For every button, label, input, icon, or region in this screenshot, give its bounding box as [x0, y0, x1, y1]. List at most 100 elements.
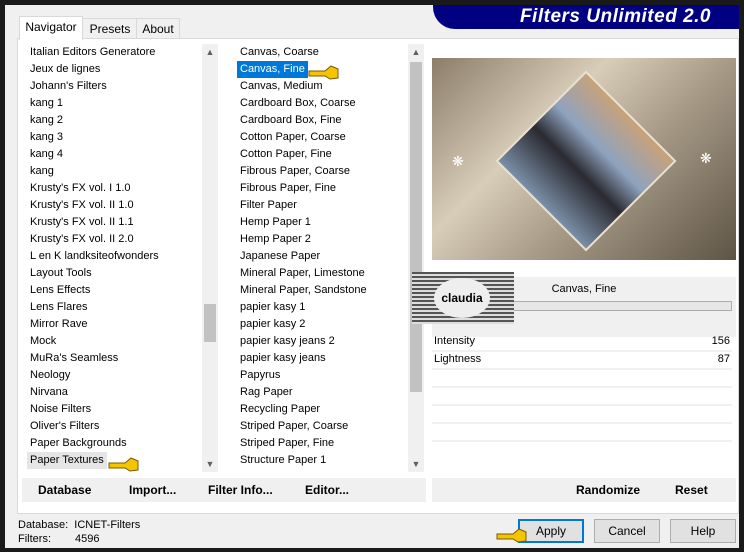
list-item-label: Hemp Paper 2: [240, 233, 311, 245]
help-button[interactable]: Help: [670, 519, 736, 543]
list-item[interactable]: Canvas, Coarse: [232, 44, 408, 61]
param-intensity[interactable]: Intensity 156: [432, 333, 732, 352]
import-button[interactable]: Import...: [129, 478, 176, 502]
filter-scrollbar[interactable]: ▲ ▼: [408, 44, 424, 472]
database-label: Database: [38, 483, 92, 497]
scroll-up-icon[interactable]: ▲: [202, 44, 218, 60]
list-item-label: Fibrous Paper, Fine: [240, 182, 336, 194]
list-item[interactable]: MuRa's Seamless: [22, 350, 202, 367]
list-item[interactable]: Italian Editors Generatore: [22, 44, 202, 61]
list-item[interactable]: Mock: [22, 333, 202, 350]
preview-image: [495, 70, 677, 252]
list-item-label: papier kasy jeans 2: [240, 335, 335, 347]
status-database: Database: ICNET-Filters: [18, 519, 140, 531]
list-item[interactable]: Mineral Paper, Sandstone: [232, 282, 408, 299]
list-item[interactable]: kang 2: [22, 112, 202, 129]
list-item[interactable]: Cardboard Box, Fine: [232, 112, 408, 129]
list-item[interactable]: Layout Tools: [22, 265, 202, 282]
reset-button[interactable]: Reset: [675, 478, 708, 502]
list-item[interactable]: papier kasy 2: [232, 316, 408, 333]
list-item[interactable]: Krusty's FX vol. II 1.1: [22, 214, 202, 231]
list-item[interactable]: Striped Paper, Coarse: [232, 418, 408, 435]
list-item[interactable]: Fibrous Paper, Coarse: [232, 163, 408, 180]
list-item[interactable]: kang: [22, 163, 202, 180]
list-item-label: kang 1: [30, 97, 64, 109]
list-item[interactable]: Krusty's FX vol. II 2.0: [22, 231, 202, 248]
list-item[interactable]: Cotton Paper, Coarse: [232, 129, 408, 146]
pointing-hand-icon: [308, 65, 339, 80]
list-item[interactable]: kang 4: [22, 146, 202, 163]
filter-list[interactable]: Canvas, Coarse Canvas, Fine Canvas, Medium…: [232, 44, 408, 472]
database-button[interactable]: Database: [38, 478, 91, 502]
param-lightness[interactable]: Lightness 87: [432, 351, 732, 370]
list-item[interactable]: Neology: [22, 367, 202, 384]
category-scrollbar[interactable]: ▲ ▼: [202, 44, 218, 472]
list-item[interactable]: papier kasy jeans: [232, 350, 408, 367]
list-item[interactable]: Mineral Paper, Limestone: [232, 265, 408, 282]
list-item-label: Mirror Rave: [30, 318, 88, 330]
scroll-up-icon[interactable]: ▲: [408, 44, 424, 60]
scrollbar-thumb[interactable]: [410, 62, 422, 392]
status-value: 4596: [75, 533, 100, 545]
list-item[interactable]: papier kasy 1: [232, 299, 408, 316]
list-item[interactable]: kang 1: [22, 95, 202, 112]
list-item[interactable]: Hemp Paper 2: [232, 231, 408, 248]
param-value[interactable]: 87: [718, 351, 730, 368]
list-item[interactable]: kang 3: [22, 129, 202, 146]
tab-navigator[interactable]: Navigator: [19, 16, 83, 40]
list-item-label: Layout Tools: [30, 267, 92, 279]
list-item[interactable]: Canvas, Medium: [232, 78, 408, 95]
list-item-label: Mineral Paper, Limestone: [240, 267, 365, 279]
param-empty: [432, 387, 732, 406]
list-item-label: Johann's Filters: [30, 80, 107, 92]
randomize-button[interactable]: Randomize: [576, 478, 640, 502]
list-item[interactable]: papier kasy jeans 2: [232, 333, 408, 350]
list-item[interactable]: Recycling Paper: [232, 401, 408, 418]
list-item[interactable]: Johann's Filters: [22, 78, 202, 95]
list-item-label: kang: [30, 165, 54, 177]
list-item[interactable]: Fibrous Paper, Fine: [232, 180, 408, 197]
list-item-label: Rag Paper: [240, 386, 293, 398]
list-item-label: kang 2: [30, 114, 64, 126]
list-item[interactable]: Striped Paper, Fine: [232, 435, 408, 452]
scroll-down-icon[interactable]: ▼: [202, 456, 218, 472]
app-title: Filters Unlimited 2.0: [433, 5, 739, 29]
param-label: Intensity: [434, 335, 475, 347]
tab-about[interactable]: About: [136, 18, 180, 39]
list-item-label: Paper Textures: [27, 452, 107, 469]
list-item[interactable]: Lens Effects: [22, 282, 202, 299]
param-value[interactable]: 156: [712, 333, 730, 350]
list-item-label: Cardboard Box, Fine: [240, 114, 342, 126]
param-label: Lightness: [434, 353, 482, 365]
scrollbar-thumb[interactable]: [204, 304, 216, 342]
list-item[interactable]: Mirror Rave: [22, 316, 202, 333]
list-item-label: Noise Filters: [30, 403, 92, 415]
list-item[interactable]: Hemp Paper 1: [232, 214, 408, 231]
list-item-label: Japanese Paper: [240, 250, 321, 262]
list-item[interactable]: Oliver's Filters: [22, 418, 202, 435]
list-item[interactable]: Cotton Paper, Fine: [232, 146, 408, 163]
list-item[interactable]: Papyrus: [232, 367, 408, 384]
scroll-down-icon[interactable]: ▼: [408, 456, 424, 472]
tab-presets[interactable]: Presets: [82, 18, 138, 39]
list-item[interactable]: Japanese Paper: [232, 248, 408, 265]
list-item[interactable]: Rag Paper: [232, 384, 408, 401]
cancel-button[interactable]: Cancel: [594, 519, 660, 543]
list-item[interactable]: Nirvana: [22, 384, 202, 401]
list-item[interactable]: Filter Paper: [232, 197, 408, 214]
list-item[interactable]: Krusty's FX vol. II 1.0: [22, 197, 202, 214]
list-item-label: Oliver's Filters: [30, 420, 100, 432]
list-item-label: Filter Paper: [240, 199, 297, 211]
list-item[interactable]: Structure Paper 1: [232, 452, 408, 469]
list-item[interactable]: L en K landksiteofwonders: [22, 248, 202, 265]
filter-info-button[interactable]: Filter Info...: [208, 478, 273, 502]
list-item[interactable]: Paper Backgrounds: [22, 435, 202, 452]
list-item[interactable]: Krusty's FX vol. I 1.0: [22, 180, 202, 197]
list-item[interactable]: Lens Flares: [22, 299, 202, 316]
list-item[interactable]: Cardboard Box, Coarse: [232, 95, 408, 112]
list-item-label: MuRa's Seamless: [30, 352, 119, 364]
editor-button[interactable]: Editor...: [305, 478, 349, 502]
category-list[interactable]: Italian Editors Generatore Jeux de lignes…: [22, 44, 202, 472]
list-item[interactable]: Jeux de lignes: [22, 61, 202, 78]
list-item[interactable]: Noise Filters: [22, 401, 202, 418]
